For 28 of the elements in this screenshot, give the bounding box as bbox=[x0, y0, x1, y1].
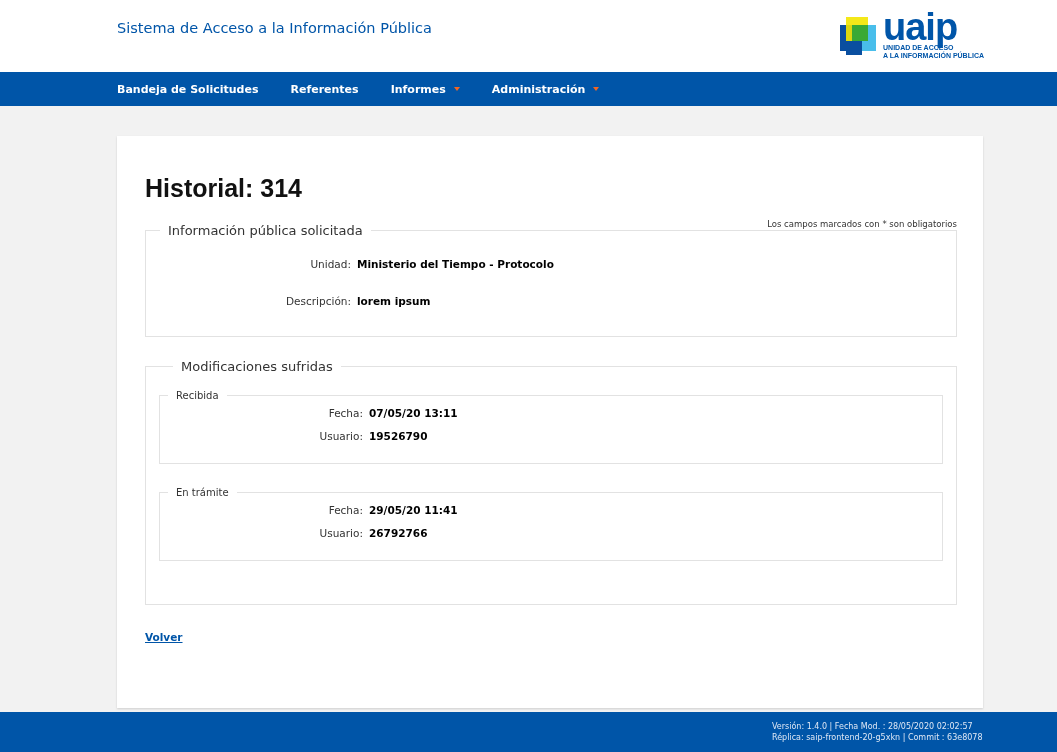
caret-icon bbox=[453, 87, 460, 91]
field-value: 26792766 bbox=[369, 527, 429, 539]
field-label: Fecha: bbox=[327, 407, 363, 419]
field-label: Usuario: bbox=[318, 527, 363, 539]
nav-menu[interactable]: Informes bbox=[390, 82, 460, 96]
site-title: Sistema de Acceso a la Información Pública bbox=[117, 20, 432, 36]
fieldset-legend: Modificaciones sufridas bbox=[173, 359, 341, 374]
nav-link[interactable]: Referentes bbox=[290, 82, 359, 96]
page-title: Historial: 314 bbox=[145, 174, 303, 203]
field-value: 07/05/20 13:11 bbox=[369, 407, 458, 419]
version-info: Versión: 1.4.0 | Fecha Mod. : 28/05/2020 02:02:57 bbox=[772, 721, 974, 732]
fieldset-legend: Información pública solicitada bbox=[160, 223, 371, 238]
fieldset-legend: En trámite bbox=[168, 487, 237, 498]
field-label: Unidad: bbox=[309, 258, 351, 270]
nav-link[interactable]: Bandeja de Solicitudes bbox=[117, 82, 259, 96]
field-value: 19526790 bbox=[369, 430, 429, 442]
back-link[interactable]: Volver bbox=[145, 631, 183, 643]
fieldset-legend: Recibida bbox=[168, 390, 227, 401]
nav-menu[interactable]: Administración bbox=[491, 82, 600, 96]
required-note: Los campos marcados con * son obligatorios bbox=[766, 219, 957, 229]
field-label: Fecha: bbox=[327, 504, 363, 516]
caret-icon bbox=[593, 87, 600, 91]
field-value: Ministerio del Tiempo - Protocolo bbox=[357, 258, 554, 270]
replica-info: Réplica: saip-frontend-20-g5xkn | Commit : 63e8078 bbox=[772, 732, 984, 743]
field-label: Descripción: bbox=[285, 295, 351, 307]
field-label: Usuario: bbox=[318, 430, 363, 442]
field-value: 29/05/20 11:41 bbox=[369, 504, 458, 516]
field-value: lorem ipsum bbox=[357, 295, 432, 307]
